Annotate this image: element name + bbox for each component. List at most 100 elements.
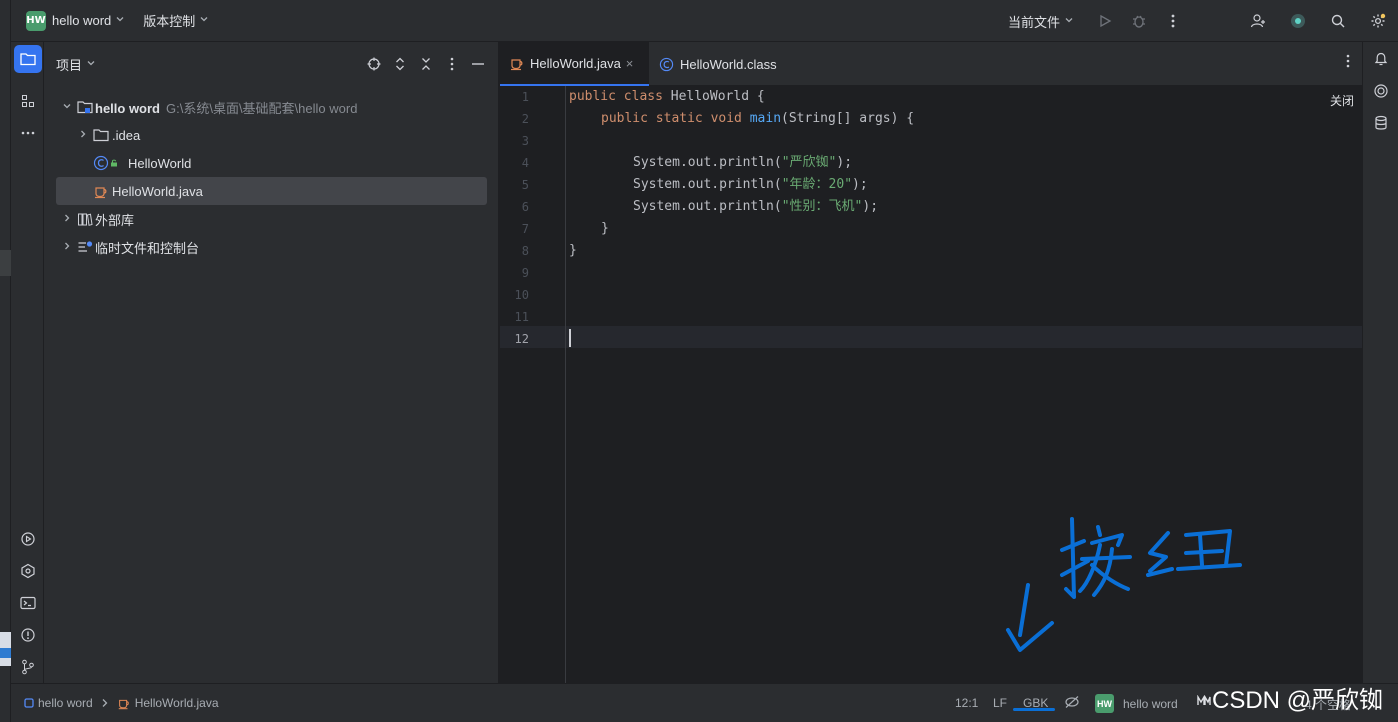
annotation-underline	[1013, 708, 1055, 711]
close-hint[interactable]: 关闭	[1330, 92, 1354, 109]
search-icon[interactable]	[1318, 0, 1358, 42]
run-icon[interactable]	[1088, 0, 1122, 42]
tab-options-icon[interactable]	[1346, 54, 1350, 71]
settings-gear-icon[interactable]	[1358, 0, 1398, 42]
status-bar: hello word HelloWorld.java 12:1 LF GBK H…	[11, 683, 1398, 722]
java-file-icon	[509, 55, 525, 71]
project-name: hello word	[1123, 696, 1178, 711]
hide-panel-icon[interactable]	[468, 54, 488, 74]
class-icon	[659, 57, 674, 72]
memory-indicator-icon[interactable]	[1197, 695, 1211, 707]
tree-item-label: HelloWorld	[128, 155, 192, 171]
module-folder-icon	[77, 99, 93, 115]
project-switcher[interactable]: hello word	[52, 13, 125, 28]
code-line-7: }	[601, 221, 609, 236]
code-line-4: System.out.println("严欣铷");	[633, 155, 853, 170]
ai-assistant-icon[interactable]	[1278, 0, 1318, 42]
background-window-strip	[0, 0, 11, 722]
ai-spiral-icon[interactable]	[1369, 79, 1393, 103]
module-icon	[24, 698, 34, 708]
run-config-selector[interactable]: 当前文件	[1008, 12, 1074, 31]
project-status[interactable]: HW hello word	[1095, 694, 1178, 713]
git-branch-icon[interactable]	[14, 653, 42, 681]
tree-item-root[interactable]: hello word G:\系统\桌面\基础配套\hello word	[44, 93, 499, 121]
line-number: 5	[521, 178, 529, 192]
terminal-icon[interactable]	[14, 589, 42, 617]
close-tab-icon[interactable]: ×	[626, 56, 634, 71]
chevron-right-icon[interactable]	[77, 129, 89, 142]
chevron-down-icon	[199, 14, 209, 27]
tree-item-external-libraries[interactable]: 外部库	[44, 205, 499, 233]
chevron-right-icon[interactable]	[61, 213, 73, 226]
line-number: 4	[521, 156, 529, 170]
line-number: 8	[521, 244, 529, 258]
tab-helloworld-class[interactable]: HelloWorld.class	[657, 42, 777, 86]
chevron-down-icon[interactable]	[86, 58, 96, 71]
line-number-gutter: 1 2 3 4 5 6 7 8 9 10 11 12	[500, 86, 566, 683]
chevron-right-icon[interactable]	[61, 241, 73, 254]
project-tool-folder-icon[interactable]	[14, 45, 42, 73]
database-icon[interactable]	[1369, 111, 1393, 135]
tab-label: HelloWorld.class	[680, 56, 777, 72]
line-number: 6	[521, 200, 529, 214]
project-name: hello word	[52, 13, 112, 28]
collapse-all-icon[interactable]	[416, 54, 436, 74]
tree-item-label: hello word	[95, 100, 160, 116]
right-tool-strip	[1362, 42, 1398, 683]
line-number: 7	[521, 222, 529, 236]
code-line-8: }	[569, 243, 577, 258]
caret-position[interactable]: 12:1	[955, 696, 978, 710]
build-icon[interactable]	[14, 557, 42, 585]
problems-icon[interactable]	[14, 621, 42, 649]
line-number: 11	[514, 310, 529, 324]
structure-icon[interactable]	[14, 87, 42, 115]
vcs-label: 版本控制	[143, 14, 196, 29]
line-number: 12	[514, 332, 529, 346]
services-run-icon[interactable]	[14, 525, 42, 553]
line-number: 9	[521, 266, 529, 280]
project-badge[interactable]: HW	[26, 10, 46, 31]
locate-file-icon[interactable]	[364, 54, 384, 74]
tree-item-helloworld-class[interactable]: HelloWorld	[44, 149, 499, 177]
library-icon	[77, 211, 93, 227]
expand-all-icon[interactable]	[390, 54, 410, 74]
tab-helloworld-java[interactable]: HelloWorld.java ×	[500, 42, 649, 86]
watermark: CSDN @严欣铷	[1212, 687, 1384, 714]
breadcrumb-project[interactable]: hello word	[38, 696, 93, 710]
tab-label: HelloWorld.java	[530, 55, 621, 71]
breadcrumb-file[interactable]: HelloWorld.java	[135, 696, 219, 710]
title-bar: HW hello word 版本控制 当前文件	[11, 0, 1398, 42]
add-user-icon[interactable]	[1238, 0, 1278, 42]
line-number: 3	[521, 134, 529, 148]
notifications-bell-icon[interactable]	[1369, 47, 1393, 71]
line-separator[interactable]: LF	[993, 696, 1007, 710]
run-config-label: 当前文件	[1007, 14, 1060, 30]
chevron-right-icon	[101, 698, 109, 708]
tree-item-helloworld-java[interactable]: HelloWorld.java	[56, 177, 487, 205]
panel-options-icon[interactable]	[442, 54, 462, 74]
more-actions-icon[interactable]	[1156, 0, 1190, 42]
java-file-icon	[117, 696, 131, 710]
current-line-highlight	[500, 326, 1362, 348]
tree-item-scratches[interactable]: 临时文件和控制台	[44, 233, 499, 261]
chevron-down-icon[interactable]	[61, 101, 73, 114]
text-caret	[569, 329, 571, 347]
more-tools-icon[interactable]	[14, 119, 42, 147]
readonly-toggle-icon[interactable]	[1064, 695, 1080, 709]
project-tree: hello word G:\系统\桌面\基础配套\hello word .idea…	[44, 93, 499, 261]
line-number: 2	[521, 112, 529, 126]
scratches-icon	[77, 239, 93, 255]
code-line-5: System.out.println("年龄：20");	[633, 177, 868, 192]
project-panel: 项目 hello word G:\系统\桌面\基础配套\hello word .…	[44, 42, 499, 683]
project-panel-toolbar	[364, 54, 488, 74]
debug-icon[interactable]	[1122, 0, 1156, 42]
chevron-down-icon	[1064, 15, 1074, 28]
class-icon	[93, 155, 109, 171]
handwritten-annotation-arrow	[1006, 517, 1242, 652]
vcs-menu[interactable]: 版本控制	[143, 11, 209, 30]
project-badge: HW	[1095, 694, 1114, 713]
line-number: 1	[521, 90, 529, 104]
folder-icon	[93, 127, 109, 143]
tree-item-idea[interactable]: .idea	[44, 121, 499, 149]
project-panel-title[interactable]: 项目	[56, 55, 82, 74]
